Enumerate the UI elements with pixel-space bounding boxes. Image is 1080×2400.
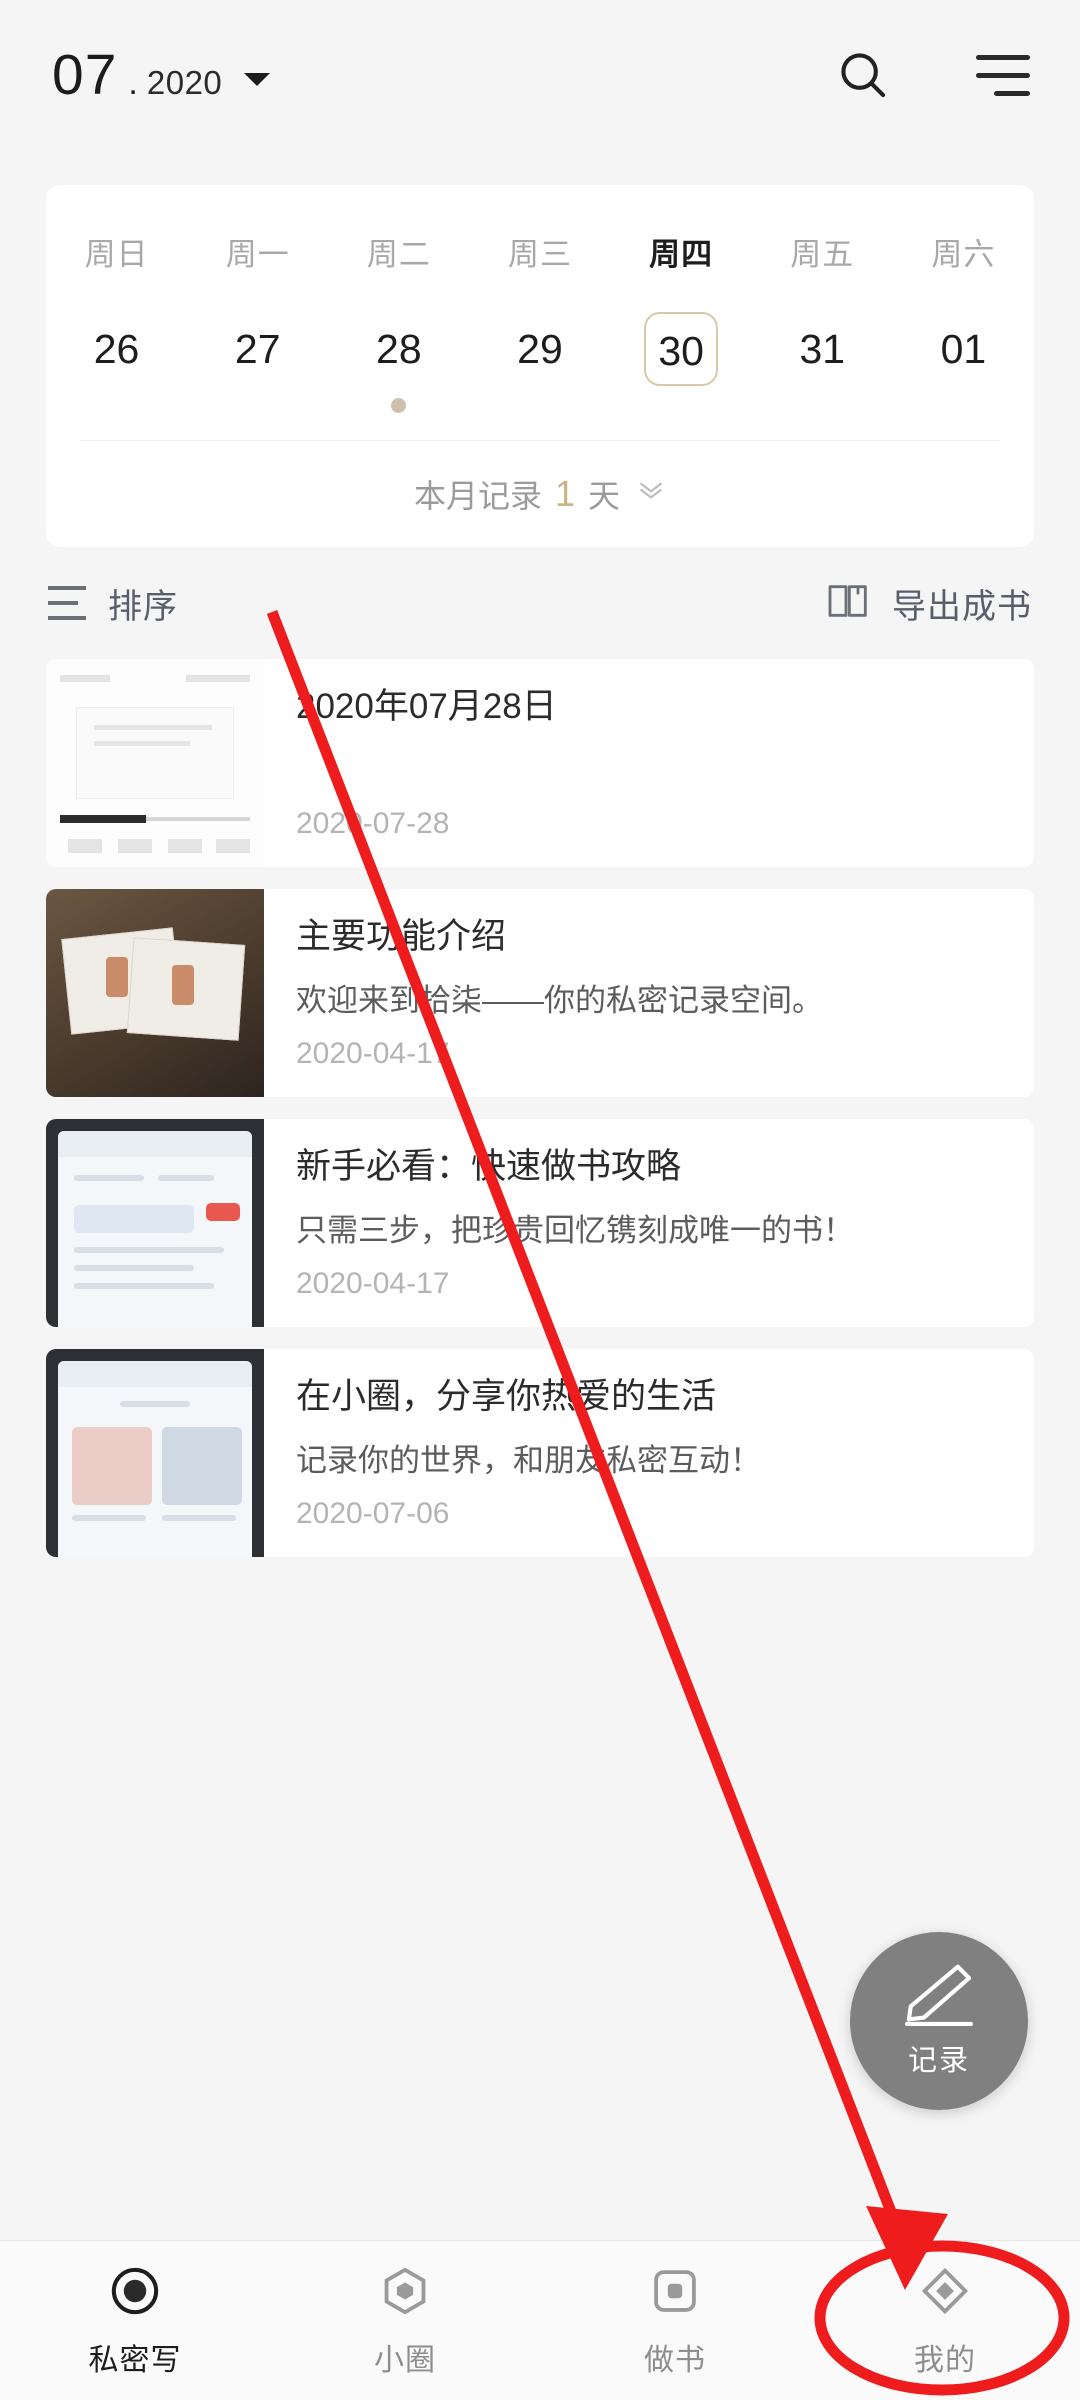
calendar-column[interactable]: 周三 bbox=[469, 229, 610, 274]
weekday-label: 周五 bbox=[790, 237, 855, 272]
entry-subtitle: 欢迎来到拾柒——你的私密记录空间。 bbox=[296, 982, 823, 1018]
entry-subtitle: 记录你的世界，和朋友私密互动！ bbox=[296, 1442, 761, 1478]
search-icon[interactable] bbox=[832, 44, 894, 106]
entry-date: 2020-04-17 bbox=[296, 1267, 450, 1300]
weekday-label: 周二 bbox=[366, 237, 431, 272]
export-label: 导出成书 bbox=[892, 587, 1032, 626]
tab-mine[interactable]: 我的 bbox=[810, 2263, 1080, 2379]
calendar-day-cell[interactable]: 29 bbox=[469, 274, 610, 424]
calendar-day-cell[interactable]: 27 bbox=[187, 274, 328, 424]
sort-lines-icon bbox=[48, 586, 86, 620]
chevron-down-icon[interactable] bbox=[244, 72, 271, 86]
day-number: 28 bbox=[376, 326, 422, 372]
day-number: 31 bbox=[799, 326, 846, 372]
weekday-label: 周一 bbox=[225, 237, 290, 272]
month-record-summary[interactable]: 本月记录 1 天 bbox=[46, 441, 1034, 547]
list-item[interactable]: 主要功能介绍 欢迎来到拾柒——你的私密记录空间。 2020-04-17 bbox=[46, 889, 1034, 1097]
calendar-column[interactable]: 周四 bbox=[611, 229, 752, 274]
chevron-double-down-icon[interactable] bbox=[636, 476, 666, 508]
calendar-column[interactable]: 周日 bbox=[46, 229, 187, 274]
event-dot bbox=[391, 398, 407, 413]
current-month: 07 bbox=[52, 42, 118, 107]
event-dot-placeholder bbox=[532, 398, 547, 413]
summary-prefix: 本月记录 bbox=[413, 478, 542, 514]
circle-dot-icon bbox=[107, 2263, 163, 2319]
open-book-icon bbox=[826, 581, 870, 626]
entry-body: 主要功能介绍 欢迎来到拾柒——你的私密记录空间。 2020-04-17 bbox=[264, 889, 1034, 1097]
entry-thumbnail bbox=[46, 1119, 264, 1327]
calendar-weekday-row: 周日 周一 周二 周三 周四 周五 周六 bbox=[46, 229, 1034, 274]
current-year: 2020 bbox=[146, 63, 223, 101]
export-book-button[interactable]: 导出成书 bbox=[826, 579, 1032, 628]
calendar-day-cell[interactable]: 31 bbox=[752, 274, 893, 424]
weekday-label: 周三 bbox=[507, 237, 572, 272]
calendar-day-cell[interactable]: 26 bbox=[46, 274, 187, 424]
tab-make-book[interactable]: 做书 bbox=[540, 2263, 810, 2379]
summary-count: 1 bbox=[554, 473, 576, 514]
calendar-day-row: 26 27 28 29 30 31 01 bbox=[46, 274, 1034, 424]
event-dot-placeholder bbox=[674, 398, 689, 413]
bottom-navigation: 私密写 小圈 做书 我的 bbox=[0, 2240, 1080, 2400]
entry-title: 主要功能介绍 bbox=[296, 917, 507, 956]
month-year-separator: . bbox=[128, 63, 138, 102]
weekday-label: 周六 bbox=[931, 237, 996, 272]
list-item[interactable]: 新手必看：快速做书攻略 只需三步，把珍贵回忆镌刻成唯一的书！ 2020-04-1… bbox=[46, 1119, 1034, 1327]
list-toolbar: 排序 导出成书 bbox=[0, 547, 1080, 659]
summary-suffix: 天 bbox=[588, 478, 621, 514]
pencil-icon bbox=[898, 1963, 980, 2027]
weekday-label-active: 周四 bbox=[649, 237, 714, 272]
calendar-day-cell[interactable]: 28 bbox=[328, 274, 469, 424]
entry-title: 新手必看：快速做书攻略 bbox=[296, 1147, 682, 1186]
day-number-selected: 30 bbox=[644, 312, 719, 386]
list-item[interactable]: 在小圈，分享你热爱的生活 记录你的世界，和朋友私密互动！ 2020-07-06 bbox=[46, 1349, 1034, 1557]
day-number: 26 bbox=[93, 326, 140, 372]
tab-small-circle[interactable]: 小圈 bbox=[270, 2263, 540, 2379]
entry-title: 在小圈，分享你热爱的生活 bbox=[296, 1377, 717, 1416]
entry-thumbnail bbox=[46, 889, 264, 1097]
calendar-column[interactable]: 周六 bbox=[893, 229, 1034, 274]
entry-thumbnail bbox=[46, 659, 264, 867]
calendar-day-cell[interactable]: 01 bbox=[893, 274, 1034, 424]
hamburger-menu-icon[interactable] bbox=[972, 44, 1034, 106]
tab-label: 小圈 bbox=[374, 2343, 436, 2377]
rounded-square-icon bbox=[647, 2263, 703, 2319]
event-dot-placeholder bbox=[250, 398, 265, 413]
app-header: 07 . 2020 bbox=[0, 0, 1080, 150]
calendar-card: 周日 周一 周二 周三 周四 周五 周六 26 27 28 29 30 31 0… bbox=[46, 185, 1034, 547]
day-number: 27 bbox=[234, 326, 281, 372]
entry-date: 2020-04-17 bbox=[296, 1037, 450, 1070]
header-actions bbox=[832, 44, 1034, 106]
weekday-label: 周日 bbox=[84, 237, 149, 272]
calendar-day-cell-selected[interactable]: 30 bbox=[611, 274, 752, 424]
entry-body: 2020年07月28日 2020-07-28 bbox=[264, 659, 1034, 867]
calendar-column[interactable]: 周二 bbox=[328, 229, 469, 274]
tab-label: 私密写 bbox=[88, 2343, 182, 2377]
entry-date: 2020-07-28 bbox=[296, 807, 450, 840]
month-year-selector[interactable]: 07 . 2020 bbox=[52, 42, 832, 107]
day-number: 01 bbox=[940, 326, 987, 372]
hexagon-icon bbox=[377, 2263, 433, 2319]
calendar-column[interactable]: 周一 bbox=[187, 229, 328, 274]
entry-body: 在小圈，分享你热爱的生活 记录你的世界，和朋友私密互动！ 2020-07-06 bbox=[264, 1349, 1034, 1557]
entry-body: 新手必看：快速做书攻略 只需三步，把珍贵回忆镌刻成唯一的书！ 2020-04-1… bbox=[264, 1119, 1034, 1327]
fab-label: 记录 bbox=[907, 2045, 970, 2077]
create-record-fab[interactable]: 记录 bbox=[850, 1932, 1028, 2110]
event-dot-placeholder bbox=[109, 398, 124, 413]
sort-label: 排序 bbox=[108, 587, 178, 626]
entry-date: 2020-07-06 bbox=[296, 1497, 450, 1530]
diamond-icon bbox=[917, 2263, 973, 2319]
event-dot-placeholder bbox=[956, 398, 971, 413]
tab-private-write[interactable]: 私密写 bbox=[0, 2263, 270, 2379]
entry-title: 2020年07月28日 bbox=[296, 687, 557, 726]
entry-thumbnail bbox=[46, 1349, 264, 1557]
tab-label: 做书 bbox=[644, 2343, 706, 2377]
app-screen: 07 . 2020 周日 周一 周二 周三 周四 周五 周六 26 27 28 … bbox=[0, 0, 1080, 2400]
day-number: 29 bbox=[517, 326, 563, 372]
sort-button[interactable]: 排序 bbox=[48, 579, 178, 628]
event-dot-placeholder bbox=[815, 398, 830, 413]
list-item[interactable]: 2020年07月28日 2020-07-28 bbox=[46, 659, 1034, 867]
tab-label: 我的 bbox=[914, 2343, 976, 2377]
entry-subtitle: 只需三步，把珍贵回忆镌刻成唯一的书！ bbox=[296, 1212, 854, 1248]
calendar-column[interactable]: 周五 bbox=[752, 229, 893, 274]
